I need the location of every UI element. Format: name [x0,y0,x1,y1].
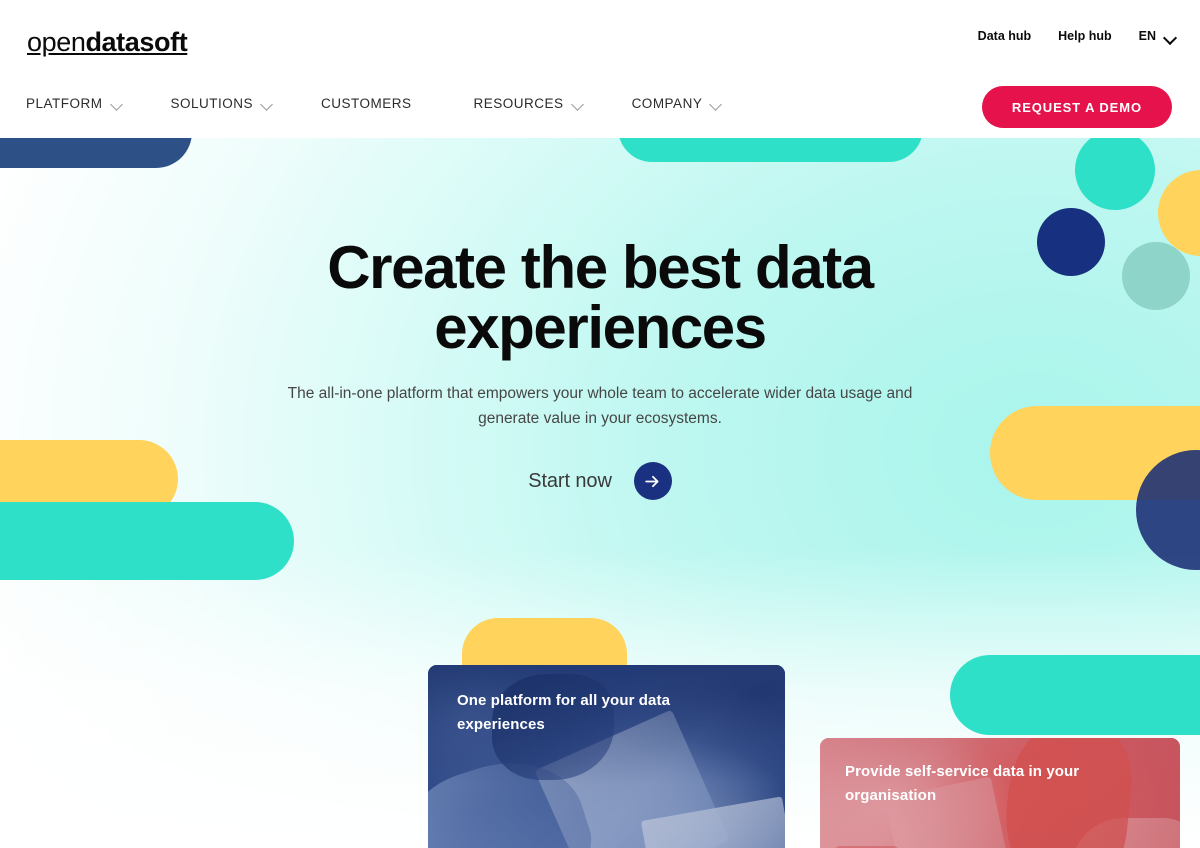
page-root: Create the best data experiences The all… [0,0,1200,848]
nav-item-platform[interactable]: PLATFORM [26,96,123,111]
logo-text-soft: soft [139,27,188,57]
hero-subtitle: The all-in-one platform that empowers yo… [287,385,913,428]
nav-item-label: SOLUTIONS [170,96,254,111]
decorative-shape-navy-circle [1037,208,1105,276]
nav-item-label: PLATFORM [26,96,103,111]
chevron-down-icon [112,100,123,107]
request-demo-button[interactable]: REQUEST A DEMO [981,86,1172,128]
feature-card-title: Provide self-service data in your organi… [845,763,1080,805]
nav-item-resources[interactable]: RESOURCES [474,96,584,111]
chevron-down-icon [711,100,722,107]
site-header: opendatasoft Data hub Help hub EN PLATFO… [0,0,1200,138]
chevron-down-icon [262,100,273,107]
start-now-label[interactable]: Start now [528,470,612,493]
nav-item-label: RESOURCES [473,96,564,111]
nav-item-solutions[interactable]: SOLUTIONS [171,96,274,111]
chevron-down-icon [1165,33,1176,40]
feature-card-self-service[interactable]: Provide self-service data in your organi… [820,738,1180,848]
feature-card-title: One platform for all your data experienc… [457,692,671,734]
main-nav: PLATFORM SOLUTIONS CUSTOMERS RESOURCES C… [26,96,722,111]
page-title: Create the best data experiences [327,234,874,361]
language-label: EN [1138,29,1156,43]
nav-item-customers[interactable]: CUSTOMERS [321,96,412,111]
nav-item-label: CUSTOMERS [321,96,412,111]
chevron-down-icon [573,100,584,107]
logo-text-data: data [85,27,140,57]
nav-item-label: COMPANY [631,96,703,111]
utility-link-help-hub[interactable]: Help hub [1058,29,1111,43]
decorative-shape-teal-pill-right [950,655,1200,735]
decorative-shape-sage-circle [1122,242,1190,310]
arrow-right-icon[interactable] [633,462,672,500]
utility-nav: Data hub Help hub EN [978,29,1176,43]
decorative-shape-teal-circle [1075,130,1155,210]
nav-item-company[interactable]: COMPANY [632,96,723,111]
utility-link-data-hub[interactable]: Data hub [978,29,1031,43]
feature-card-platform[interactable]: One platform for all your data experienc… [428,665,785,848]
language-selector[interactable]: EN [1139,29,1176,43]
logo[interactable]: opendatasoft [27,27,188,58]
logo-text-open: open [27,27,86,57]
hero-cta[interactable]: Start now [0,462,1200,500]
decorative-shape-teal-pill-left [0,502,294,580]
